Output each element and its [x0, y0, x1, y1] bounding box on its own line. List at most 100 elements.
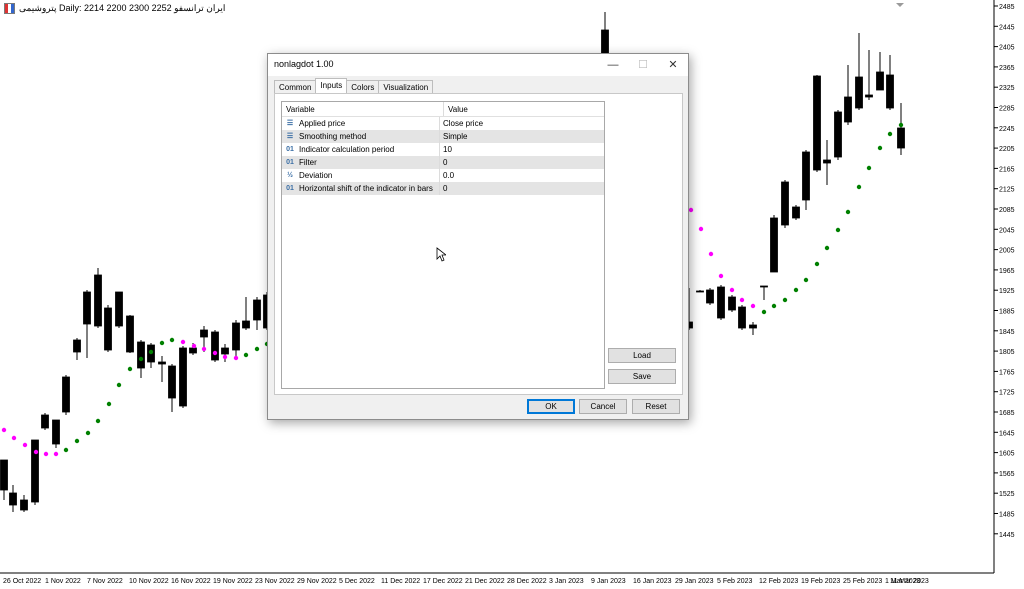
indicator-dot-bull	[243, 352, 249, 358]
candle-body	[221, 347, 229, 355]
indicator-dot-bear	[1, 427, 7, 433]
date-label: 16 Jan 2023	[633, 578, 672, 585]
price-label: 1885	[999, 309, 1015, 316]
ok-button[interactable]: OK	[527, 399, 575, 414]
price-label: 2365	[999, 65, 1015, 72]
indicator-dot-bull	[127, 366, 133, 372]
date-label: 23 Nov 2022	[255, 578, 295, 585]
indicator-dot-bull	[814, 261, 820, 267]
value-cell[interactable]: Simple	[440, 130, 467, 143]
candle-body	[876, 71, 884, 91]
candle-body	[41, 414, 49, 429]
indicator-dot-bear	[708, 251, 714, 257]
load-button[interactable]: Load	[608, 348, 676, 363]
inputs-panel: Variable Value ☰ Applied price Close price…	[274, 93, 683, 395]
date-label: 29 Nov 2022	[297, 578, 337, 585]
indicator-dot-bear	[750, 303, 756, 309]
value-cell[interactable]: Close price	[440, 117, 483, 130]
date-label: 5 Feb 2023	[717, 578, 753, 585]
price-label: 2085	[999, 207, 1015, 214]
candle-body	[0, 459, 8, 491]
header-value[interactable]: Value	[444, 102, 472, 116]
indicator-dot-bull	[159, 340, 165, 346]
price-label: 2205	[999, 146, 1015, 153]
param-type-icon: 01	[286, 185, 294, 192]
indicator-dot-bull	[866, 165, 872, 171]
inputs-grid: Variable Value ☰ Applied price Close price…	[281, 101, 605, 389]
reset-button[interactable]: Reset	[632, 399, 680, 414]
cancel-button[interactable]: Cancel	[579, 399, 627, 414]
dialog-titlebar[interactable]: nonlagdot 1.00 — ☐ ✕	[268, 54, 688, 76]
input-row[interactable]: ☰ Smoothing method Simple	[282, 130, 604, 143]
value-cell[interactable]: 0	[440, 156, 447, 169]
indicator-dot-bull	[793, 287, 799, 293]
tab-visualization[interactable]: Visualization	[378, 80, 434, 94]
date-label: 10 Nov 2022	[129, 578, 169, 585]
indicator-dot-bear	[222, 354, 228, 360]
candle-body	[886, 74, 894, 109]
indicator-dot-bull	[148, 349, 154, 355]
variable-name: Filter	[299, 158, 317, 167]
price-label: 1645	[999, 430, 1015, 437]
candle-body	[844, 96, 852, 123]
chart-shift-icon[interactable]	[896, 3, 904, 7]
date-label: 19 Nov 2022	[213, 578, 253, 585]
value-cell[interactable]: 0	[440, 182, 447, 195]
candle-body	[706, 289, 714, 304]
date-label: 11 Dec 2022	[381, 578, 420, 585]
price-label: 2325	[999, 85, 1015, 92]
indicator-dot-bear	[718, 273, 724, 279]
indicator-dot-bull	[835, 227, 841, 233]
candle-body	[792, 206, 800, 219]
candle-body	[802, 151, 810, 201]
candle-body	[865, 94, 873, 98]
save-button[interactable]: Save	[608, 369, 676, 384]
header-variable[interactable]: Variable	[282, 102, 444, 116]
maximize-icon[interactable]: ☐	[628, 54, 658, 76]
price-label: 2165	[999, 166, 1015, 173]
indicator-dot-bull	[254, 346, 260, 352]
input-row[interactable]: 01 Indicator calculation period 10	[282, 143, 604, 156]
input-row[interactable]: ½ Deviation 0.0	[282, 169, 604, 182]
candle-body	[834, 111, 842, 158]
input-row[interactable]: 01 Horizontal shift of the indicator in b…	[282, 182, 604, 195]
indicator-dot-bear	[201, 346, 207, 352]
variable-cell: ½ Deviation	[282, 169, 440, 182]
tab-inputs[interactable]: Inputs	[315, 78, 348, 94]
indicator-dot-bull	[106, 401, 112, 407]
param-type-icon: ☰	[286, 120, 294, 127]
indicator-dot-bull	[85, 430, 91, 436]
date-label: 5 Dec 2022	[339, 578, 375, 585]
indicator-dot-bull	[761, 309, 767, 315]
candle-body	[94, 274, 102, 327]
candle-body	[20, 499, 28, 511]
value-cell[interactable]: 10	[440, 143, 452, 156]
indicator-dot-bull	[138, 356, 144, 362]
price-label: 1965	[999, 268, 1015, 275]
candle-body	[189, 347, 197, 354]
candle-body	[717, 286, 725, 319]
dialog-title: nonlagdot 1.00	[274, 59, 334, 69]
date-label: 21 Dec 2022	[465, 578, 505, 585]
indicator-dot-bear	[22, 442, 28, 448]
date-label: 17 Dec 2022	[423, 578, 463, 585]
variable-name: Deviation	[299, 171, 333, 180]
indicator-dot-bear	[698, 226, 704, 232]
candle-body	[728, 296, 736, 311]
indicator-dot-bull	[771, 303, 777, 309]
candle-body	[760, 285, 768, 288]
candle-body	[200, 329, 208, 338]
value-cell[interactable]: 0.0	[440, 169, 454, 182]
candle-body	[232, 322, 240, 351]
variable-name: Smoothing method	[299, 132, 367, 141]
input-row[interactable]: ☰ Applied price Close price	[282, 117, 604, 130]
tab-common[interactable]: Common	[274, 80, 317, 94]
date-label: 29 Jan 2023	[675, 578, 714, 585]
date-label: 19 Feb 2023	[801, 578, 840, 585]
minimize-icon[interactable]: —	[598, 54, 628, 76]
close-icon[interactable]: ✕	[658, 54, 688, 76]
price-label: 2445	[999, 24, 1015, 31]
input-row[interactable]: 01 Filter 0	[282, 156, 604, 169]
tab-colors[interactable]: Colors	[346, 80, 380, 94]
indicator-dot-bear	[43, 451, 49, 457]
